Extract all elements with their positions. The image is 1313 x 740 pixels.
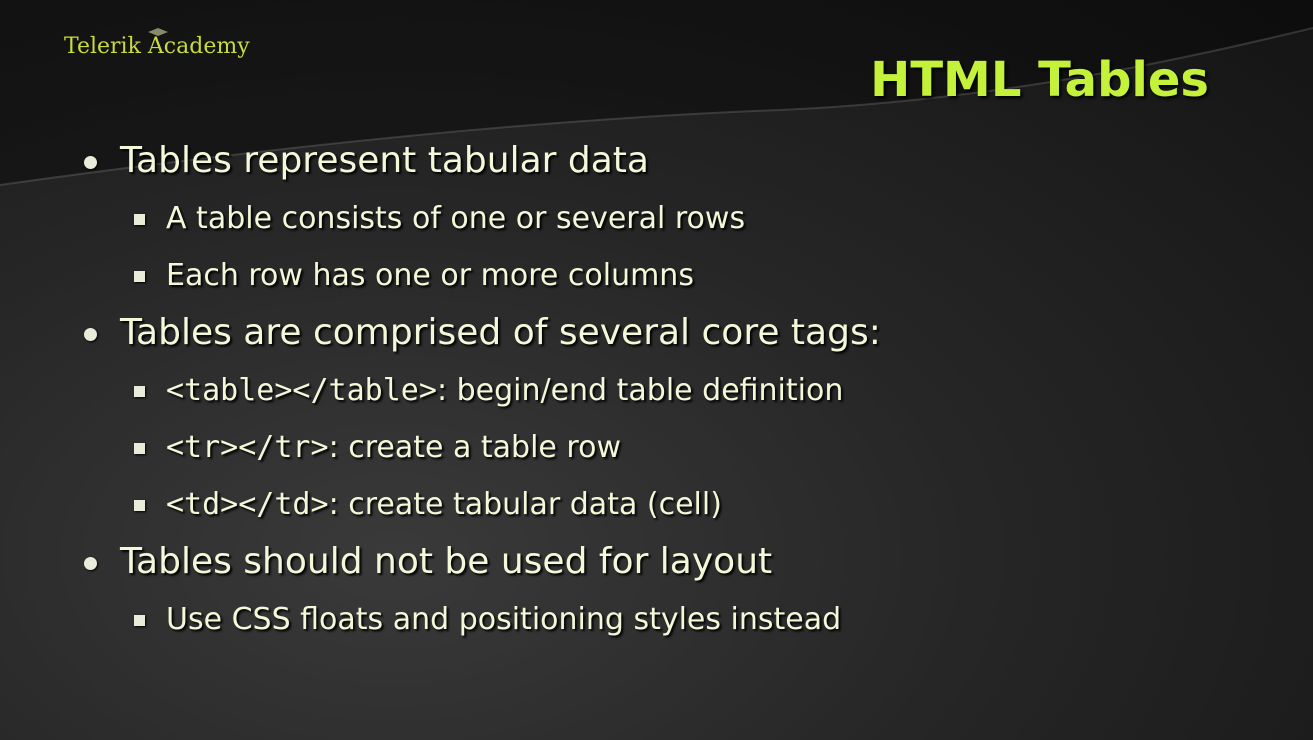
sub-bullet-text: Use CSS floats and positioning styles in… xyxy=(166,602,842,637)
bullet-list: Tables represent tabular data A table co… xyxy=(84,132,1284,648)
slide-title: HTML Tables xyxy=(870,52,1209,108)
code-snippet: <tr></tr> xyxy=(166,430,329,465)
graduation-cap-icon xyxy=(148,28,168,36)
bullet-text: Tables should not be used for layout xyxy=(120,541,773,582)
sub-bullet-item: Each row has one or more columns xyxy=(84,247,1284,304)
bullet-dot-icon xyxy=(84,557,97,570)
sub-bullet-item: <table></table>: begin/end table definit… xyxy=(84,362,1284,419)
sub-bullet-item: Use CSS floats and positioning styles in… xyxy=(84,591,1284,648)
bullet-item: Tables represent tabular data xyxy=(84,132,1284,190)
bullet-text: Tables represent tabular data xyxy=(120,140,649,181)
square-bullet-icon xyxy=(134,214,145,225)
square-bullet-icon xyxy=(134,500,145,511)
bullet-item: Tables should not be used for layout xyxy=(84,533,1284,591)
bullet-item: Tables are comprised of several core tag… xyxy=(84,304,1284,362)
code-snippet: <table></table> xyxy=(166,373,437,408)
square-bullet-icon xyxy=(134,271,145,282)
square-bullet-icon xyxy=(134,386,145,397)
sub-bullet-text: Each row has one or more columns xyxy=(166,258,694,293)
sub-bullet-text: : create tabular data (cell) xyxy=(328,487,722,522)
telerik-academy-logo: Telerik Academy xyxy=(64,28,250,59)
sub-bullet-text: : begin/end table definition xyxy=(436,373,844,408)
square-bullet-icon xyxy=(134,615,145,626)
bullet-text: Tables are comprised of several core tag… xyxy=(120,312,881,353)
bullet-dot-icon xyxy=(84,156,97,169)
sub-bullet-item: A table consists of one or several rows xyxy=(84,190,1284,247)
sub-bullet-item: <td></td>: create tabular data (cell) xyxy=(84,476,1284,533)
sub-bullet-item: <tr></tr>: create a table row xyxy=(84,419,1284,476)
bullet-dot-icon xyxy=(84,328,97,341)
code-snippet: <td></td> xyxy=(166,487,329,522)
sub-bullet-text: : create a table row xyxy=(328,430,621,465)
sub-bullet-text: A table consists of one or several rows xyxy=(166,201,746,236)
square-bullet-icon xyxy=(134,443,145,454)
